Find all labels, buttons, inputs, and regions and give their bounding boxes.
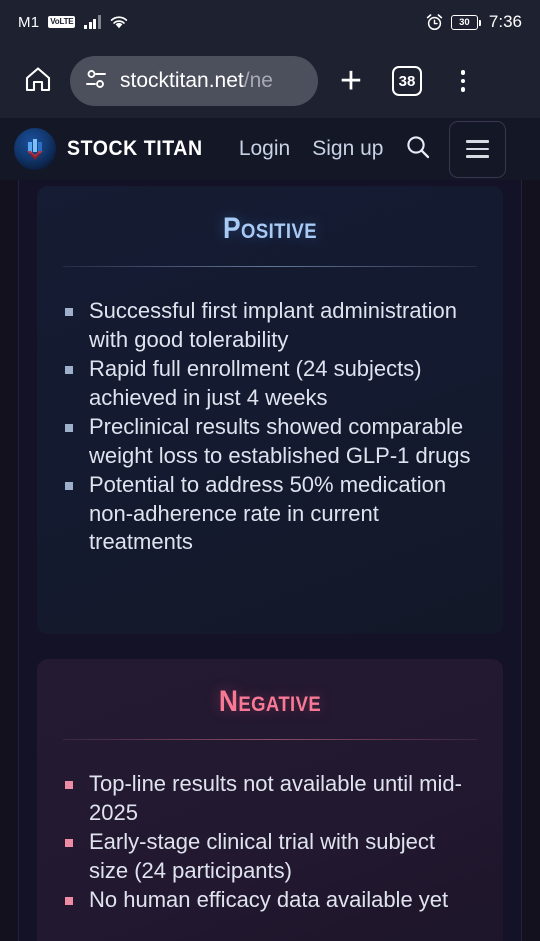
negative-bullet-list: Top-line results not available until mid…: [63, 770, 477, 915]
list-item: Early-stage clinical trial with subject …: [63, 828, 477, 885]
status-bar-right: 30 7:36: [426, 12, 522, 32]
address-bar[interactable]: stocktitan.net/ne: [70, 56, 318, 106]
kebab-menu-icon: [460, 70, 466, 92]
new-tab-button[interactable]: +: [328, 58, 374, 104]
positive-card: Positive Successful first implant admini…: [37, 186, 503, 634]
search-icon: [404, 133, 432, 166]
alarm-icon: [426, 13, 443, 31]
site-settings-icon[interactable]: [84, 67, 108, 96]
negative-card-title: Negative: [218, 685, 322, 718]
search-button[interactable]: [401, 132, 435, 166]
home-button[interactable]: [16, 59, 60, 103]
negative-card: Negative Top-line results not available …: [37, 659, 503, 941]
positive-card-divider: [63, 266, 477, 267]
url-text[interactable]: stocktitan.net/ne: [120, 69, 273, 93]
signal-bars-icon: [84, 15, 101, 29]
battery-icon: 30: [450, 14, 481, 30]
list-item: No human efficacy data available yet: [63, 886, 477, 915]
url-domain: stocktitan.net: [120, 69, 244, 92]
list-item: Rapid full enrollment (24 subjects) achi…: [63, 355, 477, 412]
volte-badge: VoLTE: [48, 15, 76, 29]
stock-titan-logo-icon[interactable]: [14, 128, 56, 170]
list-item: Potential to address 50% medication non-…: [63, 471, 477, 557]
web-page: STOCK TITAN Login Sign up Positive Succe…: [0, 118, 540, 941]
url-path: /ne: [243, 69, 273, 92]
list-item: Top-line results not available until mid…: [63, 770, 477, 827]
tab-count-badge: 38: [392, 66, 422, 96]
nav-link-login[interactable]: Login: [239, 137, 290, 161]
site-nav: Login Sign up: [239, 137, 384, 161]
article-content: Positive Successful first implant admini…: [18, 180, 522, 941]
clock-label: 7:36: [488, 12, 522, 31]
positive-bullet-list: Successful first implant administration …: [63, 297, 477, 557]
home-icon: [23, 64, 53, 99]
wifi-icon: [110, 15, 128, 29]
browser-menu-button[interactable]: [440, 58, 486, 104]
positive-card-title: Positive: [222, 212, 318, 245]
site-header: STOCK TITAN Login Sign up: [0, 118, 540, 180]
list-item: Successful first implant administration …: [63, 297, 477, 354]
brand-name[interactable]: STOCK TITAN: [67, 137, 203, 161]
browser-toolbar: stocktitan.net/ne + 38: [0, 44, 540, 118]
hamburger-menu-icon: [466, 140, 490, 158]
carrier-label: M1: [18, 13, 40, 31]
battery-level: 30: [459, 16, 470, 28]
hamburger-menu-button[interactable]: [449, 120, 507, 178]
plus-icon: +: [339, 60, 363, 102]
status-bar-left: M1 VoLTE: [18, 14, 128, 31]
nav-link-signup[interactable]: Sign up: [312, 137, 383, 161]
negative-card-divider: [63, 739, 477, 740]
android-status-bar: M1 VoLTE 30 7:36: [0, 0, 540, 44]
list-item: Preclinical results showed comparable we…: [63, 413, 477, 470]
tab-switcher-button[interactable]: 38: [384, 58, 430, 104]
